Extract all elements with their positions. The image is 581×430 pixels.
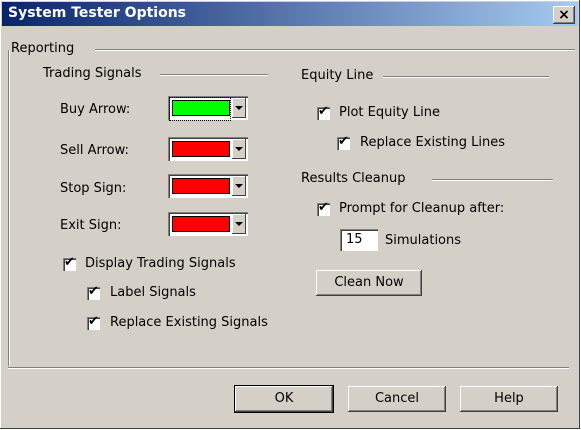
plot-equity-label: Plot Equity Line [339,105,440,120]
equity-line-label: Equity Line [301,68,374,83]
replace-lines-checkbox[interactable] [337,134,350,150]
stop-sign-swatch [172,178,230,194]
reporting-divider [95,49,575,51]
bottom-divider [8,367,569,369]
sell-arrow-label: Sell Arrow: [60,143,129,158]
close-button[interactable]: × [553,6,575,24]
display-signals-label: Display Trading Signals [85,256,236,271]
chevron-down-icon[interactable] [232,139,246,159]
dialog-window: System Tester Options × Reporting Tradin… [0,0,580,429]
sell-arrow-swatch [172,141,230,157]
buy-arrow-color-picker[interactable] [168,96,248,121]
simulations-label: Simulations [385,233,462,248]
results-cleanup-label: Results Cleanup [301,171,406,186]
reporting-label: Reporting [11,41,75,56]
stop-sign-color-picker[interactable] [168,174,248,198]
title-bar[interactable]: System Tester Options × [2,2,578,26]
help-button[interactable]: Help [460,386,558,412]
replace-signals-label: Replace Existing Signals [110,315,268,330]
close-icon: × [558,7,570,23]
prompt-cleanup-label: Prompt for Cleanup after: [339,201,505,216]
stop-sign-label: Stop Sign: [60,181,127,196]
trading-signals-label: Trading Signals [43,66,142,81]
ok-button[interactable]: OK [234,385,334,413]
group-left-edge [8,50,10,366]
chevron-down-icon[interactable] [232,176,246,196]
sell-arrow-color-picker[interactable] [168,137,248,161]
chevron-down-icon[interactable] [232,98,246,118]
buy-arrow-label: Buy Arrow: [60,102,131,117]
exit-sign-color-picker[interactable] [168,212,248,236]
clean-now-button[interactable]: Clean Now [316,270,422,296]
exit-sign-swatch [172,216,230,232]
results-cleanup-divider [432,179,553,181]
label-signals-checkbox[interactable] [87,284,100,300]
simulations-input[interactable]: 15 [340,229,378,251]
exit-sign-label: Exit Sign: [60,218,122,233]
chevron-down-icon[interactable] [232,214,246,234]
cancel-button[interactable]: Cancel [348,386,446,412]
label-signals-label: Label Signals [110,285,196,300]
trading-signals-divider [160,74,268,76]
replace-signals-checkbox[interactable] [87,314,100,330]
prompt-cleanup-checkbox[interactable] [317,200,330,216]
focus-indicator [169,97,231,121]
display-signals-checkbox[interactable] [63,255,76,271]
plot-equity-checkbox[interactable] [317,104,330,120]
equity-line-divider [383,76,549,78]
replace-lines-label: Replace Existing Lines [360,135,506,150]
window-title: System Tester Options [8,5,187,21]
